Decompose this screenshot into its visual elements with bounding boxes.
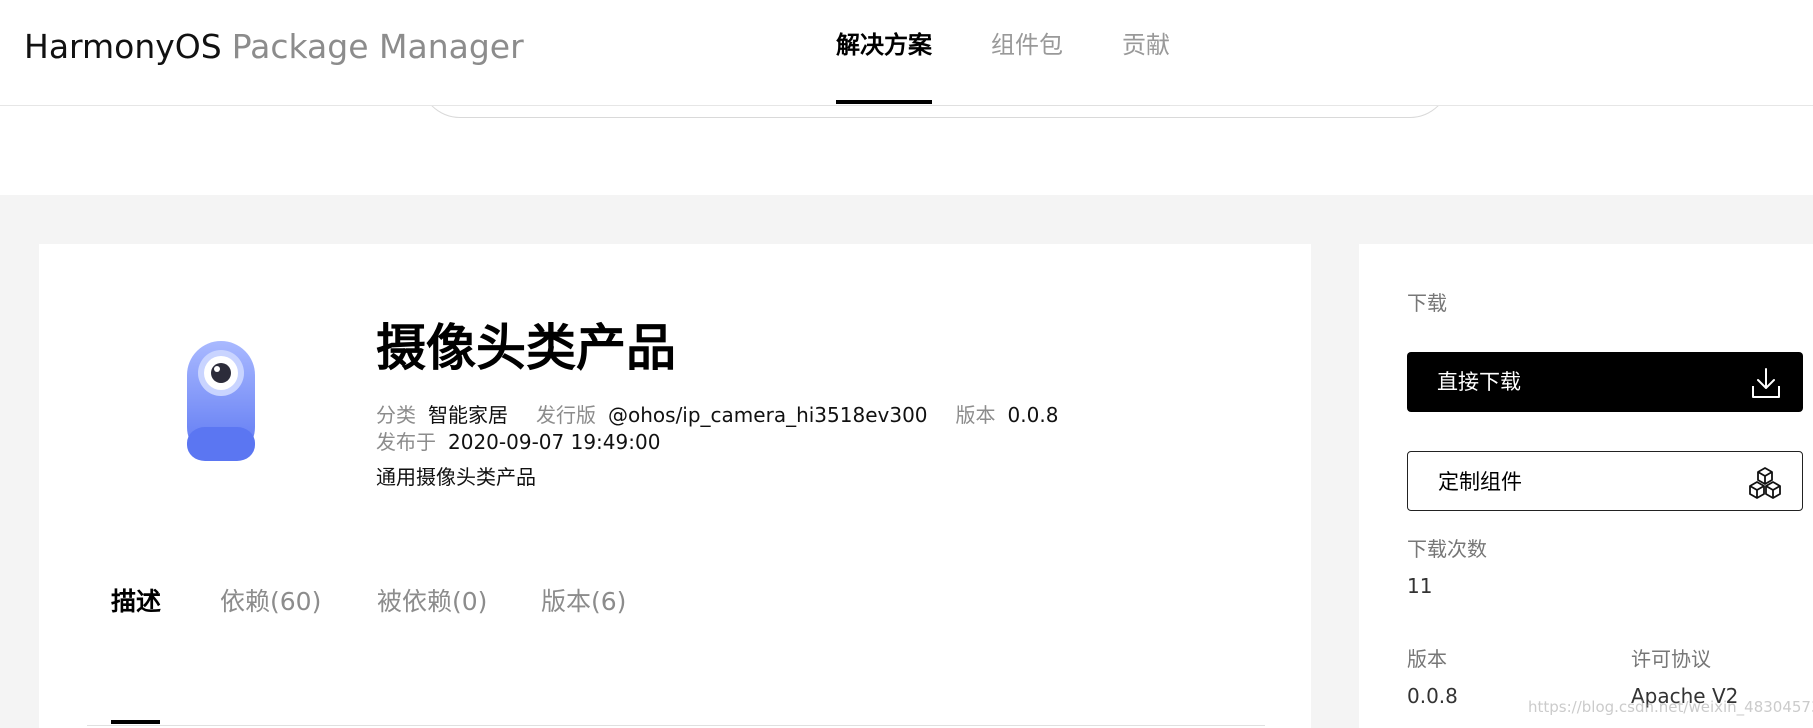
- tab-dependents[interactable]: 被依赖(0): [377, 584, 487, 620]
- publisher-value[interactable]: @ohos/ip_camera_hi3518ev300: [608, 403, 928, 427]
- direct-download-label: 直接下载: [1437, 370, 1521, 394]
- customize-component-label: 定制组件: [1438, 470, 1522, 494]
- nav-active-indicator: [836, 100, 932, 104]
- tab-active-indicator: [111, 720, 160, 724]
- brand-logo[interactable]: HarmonyOS Package Manager: [24, 26, 524, 68]
- version-value: 0.0.8: [1007, 403, 1059, 427]
- nav-item-solutions[interactable]: 解决方案: [836, 28, 932, 62]
- published-label: 发布于: [376, 430, 436, 454]
- package-title: 摄像头类产品: [376, 319, 676, 377]
- download-sidebar: 下载 直接下载 定制组件 下载次数 11 版本 0.0.8 许可协议 Apach…: [1359, 244, 1813, 728]
- camera-icon: [187, 341, 255, 461]
- watermark: https://blog.csdn.net/weixin_48304573: [1528, 698, 1813, 716]
- cubes-icon: [1749, 467, 1781, 499]
- site-header: HarmonyOS Package Manager 解决方案 组件包 贡献: [0, 0, 1813, 106]
- download-section-label: 下载: [1407, 291, 1447, 315]
- package-published-row: 发布于 2020-09-07 19:49:00: [376, 429, 688, 455]
- direct-download-button[interactable]: 直接下载: [1407, 352, 1803, 412]
- category-value[interactable]: 智能家居: [428, 403, 508, 427]
- sidebar-version-label: 版本: [1407, 647, 1447, 671]
- publisher-label: 发行版: [536, 403, 596, 427]
- nav-item-contribute[interactable]: 贡献: [1122, 28, 1170, 62]
- customize-component-button[interactable]: 定制组件: [1407, 451, 1803, 511]
- version-label: 版本: [955, 403, 996, 427]
- download-count-label: 下载次数: [1407, 537, 1487, 561]
- download-count-value: 11: [1407, 574, 1433, 598]
- tab-description[interactable]: 描述: [111, 584, 161, 620]
- tab-versions[interactable]: 版本(6): [541, 584, 626, 620]
- category-label: 分类: [376, 403, 416, 427]
- package-description: 通用摄像头类产品: [376, 465, 536, 489]
- brand-package-manager: Package Manager: [231, 27, 524, 66]
- published-value: 2020-09-07 19:49:00: [448, 430, 661, 454]
- tab-dependencies[interactable]: 依赖(60): [220, 584, 321, 620]
- sidebar-version-value: 0.0.8: [1407, 684, 1458, 708]
- nav-item-packages[interactable]: 组件包: [991, 28, 1063, 62]
- package-detail-card: 摄像头类产品 分类 智能家居 发行版 @ohos/ip_camera_hi3518ev…: [39, 244, 1311, 728]
- main-nav: 解决方案 组件包 贡献: [810, 0, 1170, 106]
- download-icon: [1752, 368, 1780, 398]
- license-label: 许可协议: [1631, 647, 1711, 671]
- package-tabs: 描述 依赖(60) 被依赖(0) 版本(6): [87, 584, 1265, 726]
- brand-harmonyos: HarmonyOS: [24, 27, 222, 66]
- package-meta-row: 分类 智能家居 发行版 @ohos/ip_camera_hi3518ev300 版本 0.…: [376, 402, 1086, 428]
